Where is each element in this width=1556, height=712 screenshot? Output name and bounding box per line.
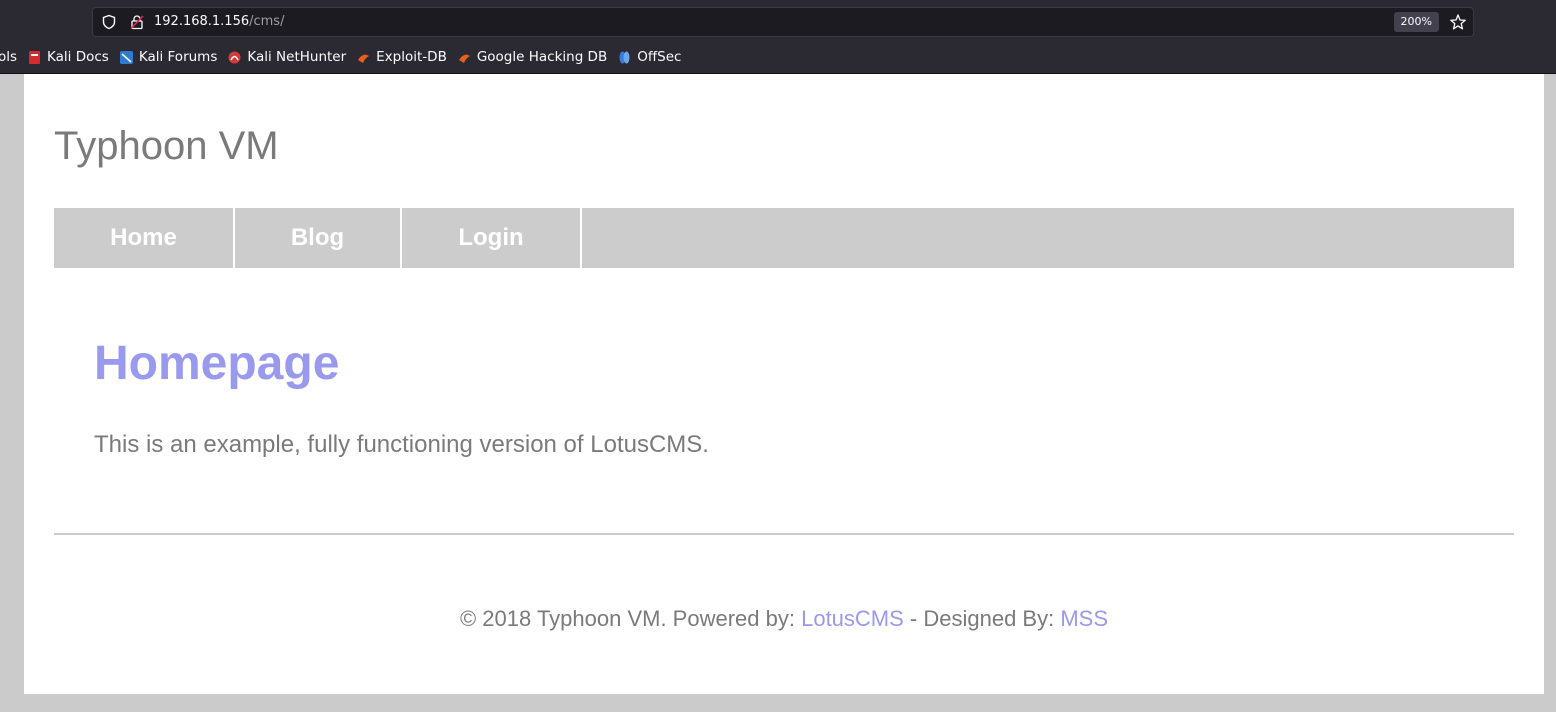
bookmark-offsec[interactable]: OffSec bbox=[618, 49, 681, 65]
browser-chrome: 192.168.1.156/cms/ 200% ols Kali Docs Ka… bbox=[0, 0, 1556, 74]
bookmark-label: Kali Forums bbox=[138, 49, 218, 65]
footer-middle: - Designed By: bbox=[903, 606, 1061, 631]
zoom-level-badge[interactable]: 200% bbox=[1393, 12, 1439, 32]
address-bar[interactable]: 192.168.1.156/cms/ 200% bbox=[92, 7, 1474, 37]
url-text[interactable]: 192.168.1.156/cms/ bbox=[154, 14, 284, 29]
insecure-lock-icon[interactable] bbox=[129, 14, 145, 30]
page-body-text: This is an example, fully functioning ve… bbox=[94, 431, 709, 458]
bookmark-exploit-db[interactable]: Exploit-DB bbox=[357, 49, 447, 65]
main-nav: Home Blog Login bbox=[54, 208, 1514, 268]
url-path: /cms/ bbox=[249, 14, 285, 29]
kali-nethunter-icon bbox=[228, 51, 241, 63]
ghdb-icon bbox=[458, 54, 470, 63]
footer-divider bbox=[54, 533, 1514, 535]
offsec-icon bbox=[619, 51, 630, 63]
mss-link[interactable]: MSS bbox=[1060, 606, 1108, 631]
kali-forums-icon bbox=[119, 50, 133, 64]
bookmark-label: Google Hacking DB bbox=[476, 49, 608, 65]
bookmark-label: OffSec bbox=[637, 49, 682, 65]
bookmark-label: Exploit-DB bbox=[376, 49, 447, 65]
lotuscms-link[interactable]: LotusCMS bbox=[801, 606, 904, 631]
footer-prefix: © 2018 Typhoon VM. Powered by: bbox=[459, 606, 802, 631]
nav-blog-link[interactable]: Blog bbox=[235, 208, 402, 268]
page-heading: Homepage bbox=[94, 337, 340, 390]
bookmark-label: ols bbox=[0, 49, 18, 65]
site-title: Typhoon VM bbox=[54, 124, 279, 168]
kali-docs-icon bbox=[29, 50, 41, 64]
nav-home-link[interactable]: Home bbox=[54, 208, 235, 268]
url-host: 192.168.1.156 bbox=[154, 14, 250, 29]
bookmarks-toolbar: ols Kali Docs Kali Forums Kali NetHunter bbox=[0, 46, 692, 68]
nav-login-link[interactable]: Login bbox=[402, 208, 582, 268]
bookmark-google-hacking-db[interactable]: Google Hacking DB bbox=[458, 49, 607, 65]
page-container: Typhoon VM Home Blog Login Homepage This… bbox=[24, 74, 1544, 694]
footer: © 2018 Typhoon VM. Powered by: LotusCMS … bbox=[54, 606, 1514, 632]
bookmark-kali-docs[interactable]: Kali Docs bbox=[28, 49, 109, 65]
bookmark-label: Kali Docs bbox=[47, 49, 109, 65]
bookmark-kali-forums[interactable]: Kali Forums bbox=[119, 49, 218, 65]
tracking-shield-icon[interactable] bbox=[101, 14, 117, 30]
bookmark-kali-nethunter[interactable]: Kali NetHunter bbox=[228, 49, 346, 65]
exploit-db-icon bbox=[358, 54, 370, 63]
bookmark-label: Kali NetHunter bbox=[247, 49, 347, 65]
bookmark-tools[interactable]: ols bbox=[0, 49, 17, 65]
bookmark-star-icon[interactable] bbox=[1449, 13, 1467, 31]
